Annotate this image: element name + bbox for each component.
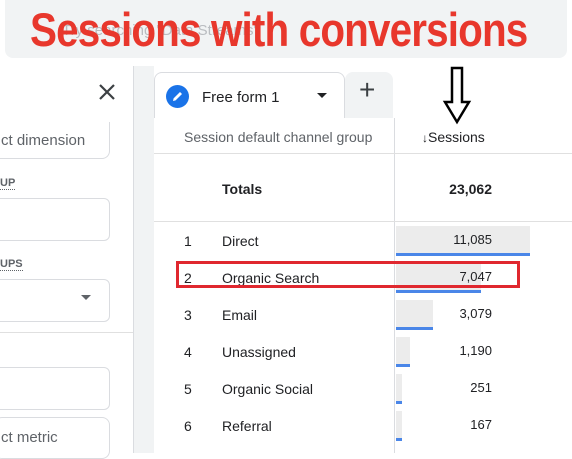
sessions-bar (396, 253, 530, 256)
row-rank: 4 (184, 344, 192, 360)
row-sessions-value: 3,079 (459, 306, 492, 321)
sessions-bar (396, 327, 433, 330)
select-dimension-button[interactable]: ct dimension (0, 122, 110, 159)
annotation-headline: Sessions with conversions (30, 3, 528, 56)
row-sessions-value: 251 (470, 380, 492, 395)
row-rank: 3 (184, 307, 192, 323)
sessions-header-label: Sessions (428, 129, 485, 145)
select-dimension-label: ct dimension (1, 132, 86, 149)
sessions-bar (396, 401, 402, 404)
row-divider (154, 153, 572, 154)
row-rank: 5 (184, 381, 192, 397)
plus-icon: + (359, 74, 376, 105)
table-row[interactable] (154, 370, 572, 407)
add-tab-button[interactable]: + (345, 72, 393, 118)
groups-dropdown[interactable] (0, 279, 110, 322)
group-label: UP (0, 177, 16, 190)
chevron-down-icon (81, 295, 91, 300)
totals-value: 23,062 (449, 181, 492, 197)
row-rank: 6 (184, 418, 192, 434)
column-header-sessions[interactable]: ↓Sessions (422, 129, 485, 145)
groups-label: UPS (0, 258, 23, 271)
highlight-box-annotation (176, 261, 520, 288)
row-channel: Direct (222, 233, 259, 249)
sessions-bar (396, 364, 410, 367)
group-input[interactable] (0, 198, 110, 241)
panel-gap (134, 66, 154, 453)
table-row[interactable] (154, 333, 572, 370)
column-header-channel[interactable]: Session default channel group (184, 129, 372, 145)
pencil-icon[interactable] (166, 85, 189, 108)
sessions-bar (396, 290, 481, 293)
select-metric-label: ct metric (1, 429, 58, 446)
metric-input[interactable] (0, 367, 110, 410)
table-row[interactable] (154, 296, 572, 333)
totals-label: Totals (222, 181, 263, 197)
row-channel: Organic Social (222, 381, 314, 397)
row-sessions-value: 11,085 (453, 232, 492, 247)
sessions-bar (396, 438, 402, 441)
close-icon[interactable] (96, 81, 118, 103)
tab-label: Free form 1 (202, 89, 280, 106)
row-channel: Referral (222, 418, 272, 434)
row-sessions-value: 167 (470, 417, 492, 432)
row-channel: Unassigned (222, 344, 296, 360)
row-sessions-value: 1,190 (459, 343, 492, 358)
table-row[interactable] (154, 407, 572, 444)
chevron-down-icon[interactable] (317, 93, 327, 98)
divider (0, 332, 133, 333)
row-channel: Email (222, 307, 258, 323)
down-arrow-annotation (442, 66, 472, 125)
row-rank: 1 (184, 233, 192, 249)
